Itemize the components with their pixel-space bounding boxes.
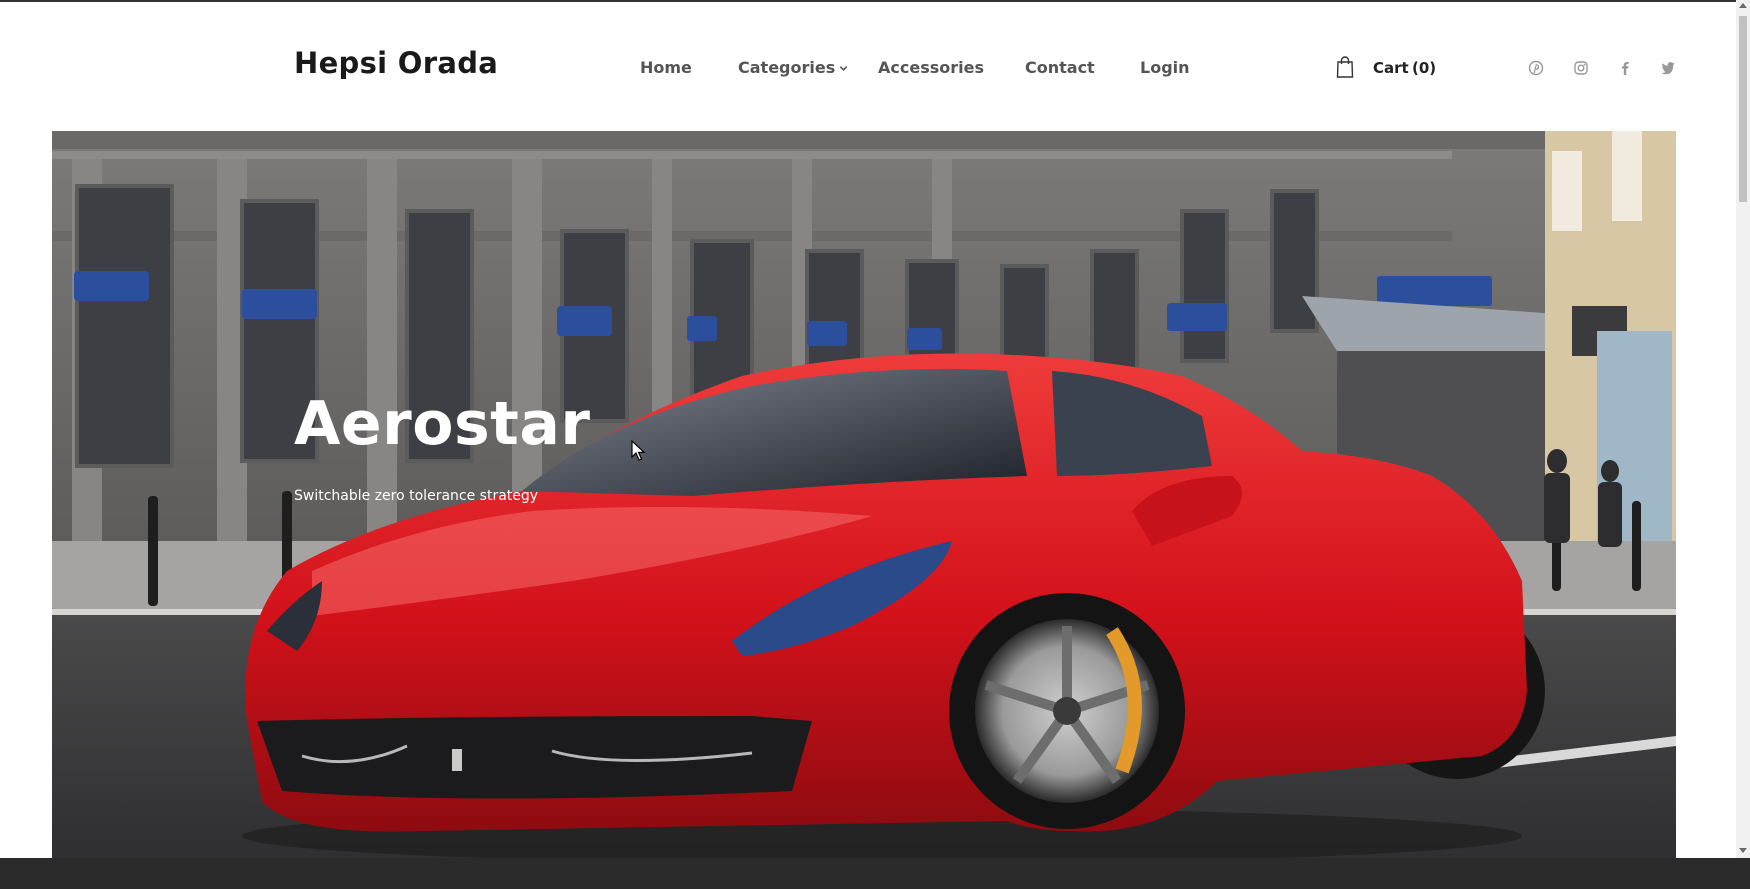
instagram-icon[interactable] xyxy=(1573,60,1589,76)
hero-title: Aerostar xyxy=(294,389,591,459)
chevron-down-icon xyxy=(840,66,848,71)
pinterest-icon[interactable] xyxy=(1528,60,1544,76)
nav-login[interactable]: Login xyxy=(1140,58,1190,77)
scrollbar-thumb[interactable] xyxy=(1739,16,1747,202)
mouse-cursor-icon xyxy=(631,440,646,461)
site-header: Hepsi Orada Home Categories Accessories … xyxy=(0,2,1736,130)
scroll-up-arrow-icon[interactable] xyxy=(1739,2,1747,8)
page-scrollbar[interactable] xyxy=(1736,0,1750,858)
hero-banner: Aerostar Switchable zero tolerance strat… xyxy=(52,131,1676,858)
cart-count: (0) xyxy=(1412,59,1437,77)
shopping-bag-icon xyxy=(1336,56,1354,78)
nav-categories-label: Categories xyxy=(738,58,836,77)
taskbar xyxy=(0,858,1750,889)
twitter-icon[interactable] xyxy=(1660,60,1676,76)
nav-home[interactable]: Home xyxy=(640,58,692,77)
nav-categories[interactable]: Categories xyxy=(738,58,848,77)
site-logo[interactable]: Hepsi Orada xyxy=(294,46,498,80)
nav-accessories[interactable]: Accessories xyxy=(878,58,984,77)
hero-subtitle: Switchable zero tolerance strategy xyxy=(294,488,539,504)
cart-label: Cart xyxy=(1373,59,1409,77)
facebook-icon[interactable] xyxy=(1617,60,1633,76)
scroll-down-arrow-icon[interactable] xyxy=(1739,848,1747,854)
nav-contact[interactable]: Contact xyxy=(1025,58,1095,77)
